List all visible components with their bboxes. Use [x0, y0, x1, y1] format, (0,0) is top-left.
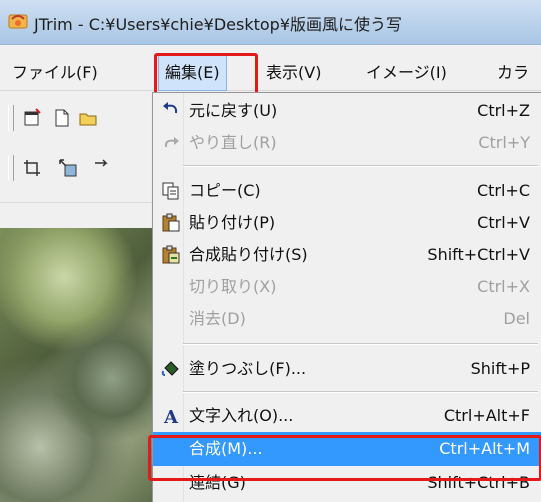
menu-separator [183, 343, 538, 345]
menu-bar: ファイル(F) 編集(E) 表示(V) イメージ(I) カラ [0, 55, 541, 91]
edit-dropdown-menu: 元に戻す(U) Ctrl+Z やり直し(R) Ctrl+Y コピー(C) Ctr… [152, 92, 541, 502]
menu-item-copy[interactable]: コピー(C) Ctrl+C [153, 175, 541, 207]
canvas-top-gap [0, 202, 160, 229]
fill-bucket-icon [161, 361, 179, 376]
open-folder-icon[interactable] [78, 108, 98, 128]
menu-item-fill[interactable]: 塗りつぶし(F)... Shift+P [153, 353, 541, 385]
new-window-icon[interactable] [22, 108, 42, 128]
menu-item-cut[interactable]: 切り取り(X) Ctrl+X [153, 271, 541, 303]
text-tool-icon: A [163, 407, 179, 426]
jtrim-app-icon [8, 14, 28, 29]
copy-icon [162, 182, 179, 200]
redo-icon [164, 137, 179, 148]
undo-icon [163, 102, 178, 114]
menu-item-insert-text[interactable]: A 文字入れ(O)... Ctrl+Alt+F [153, 400, 541, 432]
menu-item-undo[interactable]: 元に戻す(U) Ctrl+Z [153, 95, 541, 127]
composite-paste-icon [162, 245, 180, 264]
menu-color[interactable]: カラ [497, 56, 529, 90]
title-bar: JTrim - C:¥Users¥chie¥Desktop¥版画風に使う写 [0, 0, 541, 45]
menu-item-composite-paste[interactable]: 合成貼り付け(S) Shift+Ctrl+V [153, 239, 541, 271]
app-window: JTrim - C:¥Users¥chie¥Desktop¥版画風に使う写 ファ… [0, 0, 541, 502]
toolbar-main [0, 100, 160, 136]
menu-file[interactable]: ファイル(F) [12, 56, 98, 90]
image-canvas[interactable] [0, 228, 160, 502]
menu-image[interactable]: イメージ(I) [366, 56, 447, 90]
menu-item-paste[interactable]: 貼り付け(P) Ctrl+V [153, 207, 541, 239]
menu-item-delete[interactable]: 消去(D) Del [153, 303, 541, 335]
menu-item-redo[interactable]: やり直し(R) Ctrl+Y [153, 127, 541, 159]
menu-view[interactable]: 表示(V) [266, 56, 321, 90]
rotate-icon[interactable] [92, 158, 112, 178]
menu-item-composite[interactable]: 合成(M)... Ctrl+Alt+M [153, 432, 541, 466]
menu-separator [183, 165, 538, 167]
resize-icon[interactable] [58, 158, 78, 178]
toolbar-grip[interactable] [8, 155, 14, 181]
trim-icon[interactable] [22, 158, 42, 178]
menu-edit[interactable]: 編集(E) [158, 55, 227, 91]
svg-text:A: A [163, 407, 179, 426]
paste-icon [162, 213, 180, 232]
toolbar-edit [0, 150, 160, 186]
new-file-icon[interactable] [52, 108, 72, 128]
toolbar-grip[interactable] [8, 105, 14, 131]
window-title: JTrim - C:¥Users¥chie¥Desktop¥版画風に使う写 [34, 15, 402, 34]
menu-separator [183, 391, 538, 393]
menu-item-join[interactable]: 連結(G) Shift+Ctrl+B [153, 467, 541, 499]
